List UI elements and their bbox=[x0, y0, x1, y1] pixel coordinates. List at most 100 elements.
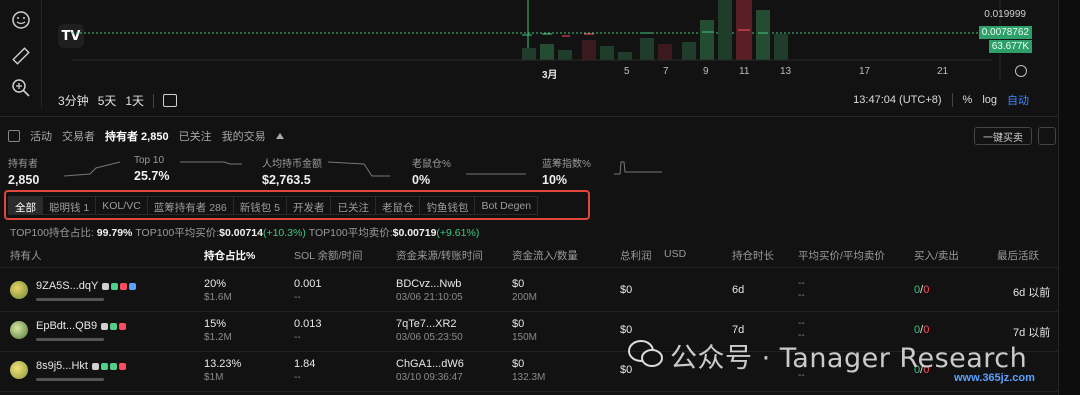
x-tick: 17 bbox=[859, 66, 871, 77]
share: 13.23% bbox=[204, 358, 242, 370]
collapse-icon[interactable] bbox=[275, 133, 284, 139]
percent-toggle[interactable]: % bbox=[963, 94, 973, 106]
top100-avg-sell-value: $0.00719 bbox=[392, 227, 437, 239]
tab-followed[interactable]: 已关注 bbox=[179, 128, 212, 144]
source-address[interactable]: ChGA1...dW6 bbox=[396, 358, 464, 370]
fish-icon bbox=[120, 282, 128, 290]
col-sol[interactable]: SOL 余额/时间 bbox=[294, 248, 362, 263]
tab-my-trades[interactable]: 我的交易 bbox=[222, 128, 266, 144]
holder-address[interactable]: 9ZA5S...dqY bbox=[36, 280, 137, 292]
more-options-icon[interactable] bbox=[1038, 127, 1056, 145]
avg-buy: -- bbox=[798, 278, 805, 289]
tab-activity[interactable]: 活动 bbox=[30, 128, 52, 144]
filter-smart-money[interactable]: 聪明钱 1 bbox=[43, 196, 97, 215]
col-avg-price[interactable]: 平均买价/平均卖价 bbox=[798, 248, 885, 263]
ruler-icon[interactable] bbox=[11, 46, 31, 66]
quantity: 150M bbox=[512, 332, 538, 343]
price-axis-top: 0.019999 bbox=[984, 9, 1026, 20]
sparkline bbox=[180, 161, 242, 165]
stat-label: 人均持币金额 bbox=[262, 159, 322, 170]
col-flow[interactable]: 资金流入/数量 bbox=[512, 248, 578, 263]
stat-label: Top 10 bbox=[134, 155, 165, 166]
holder-tags bbox=[102, 282, 137, 290]
stat-insider: 老鼠仓% 0% bbox=[412, 155, 451, 187]
col-buy-sell[interactable]: 买入/卖出 bbox=[914, 248, 959, 263]
tab-holders[interactable]: 持有者 2,850 bbox=[105, 128, 169, 144]
pnl: $0 bbox=[620, 284, 633, 296]
timeframe-5d[interactable]: 5天 bbox=[98, 92, 117, 109]
auto-toggle[interactable]: 自动 bbox=[1007, 92, 1029, 108]
quantity: 132.3M bbox=[512, 372, 546, 383]
col-source[interactable]: 资金来源/转账时间 bbox=[396, 248, 483, 263]
filter-developer[interactable]: 开发者 bbox=[286, 196, 332, 215]
fish-icon bbox=[119, 322, 127, 330]
user-icon bbox=[110, 322, 118, 330]
col-share[interactable]: 持仓占比% bbox=[204, 248, 255, 263]
filter-all[interactable]: 全部 bbox=[8, 196, 43, 215]
stat-bluechip: 蓝筹指数% 10% bbox=[542, 155, 591, 187]
right-sidebar bbox=[1058, 0, 1080, 395]
col-pnl[interactable]: 总利润 bbox=[620, 248, 652, 263]
holding-bar bbox=[36, 338, 104, 341]
buy-sell: 0/0 bbox=[914, 324, 930, 336]
sol-time: -- bbox=[294, 332, 301, 343]
timeframe-3min[interactable]: 3分钟 bbox=[58, 92, 89, 109]
source-time: 03/10 09:36:47 bbox=[396, 372, 463, 383]
user-icon bbox=[100, 362, 108, 370]
tab-traders[interactable]: 交易者 bbox=[62, 128, 95, 144]
filter-insider[interactable]: 老鼠仓 bbox=[375, 196, 421, 215]
x-tick: 21 bbox=[937, 66, 949, 77]
filter-followed[interactable]: 已关注 bbox=[331, 196, 376, 215]
buy-sell: 0/0 bbox=[914, 284, 930, 296]
col-last-active[interactable]: 最后活跃 bbox=[997, 248, 1039, 263]
emoji-icon[interactable] bbox=[11, 10, 31, 30]
stat-value: 25.7% bbox=[134, 169, 170, 183]
table-row[interactable]: 9ZA5S...dqY 20% $1.6M 0.001 -- BDCvz...N… bbox=[0, 272, 1058, 312]
share-usd: $1M bbox=[204, 372, 224, 383]
chart-settings-icon[interactable] bbox=[1015, 65, 1027, 77]
col-duration[interactable]: 持仓时长 bbox=[732, 248, 774, 263]
holder-address[interactable]: 8s9j5...Hkt bbox=[36, 360, 126, 372]
source-address[interactable]: BDCvz...Nwb bbox=[396, 278, 461, 290]
price-chart[interactable]: TV 0.019999 0.0078762 63.677K 3月 5 7 9 1… bbox=[42, 0, 1037, 112]
one-click-buy-label: 一键买卖 bbox=[983, 132, 1023, 144]
zoom-in-icon[interactable] bbox=[11, 78, 31, 98]
filter-bot-degen[interactable]: Bot Degen bbox=[475, 196, 539, 215]
clock: 13:47:04 (UTC+8) bbox=[853, 94, 942, 106]
holder-address-text: EpBdt...QB9 bbox=[36, 320, 98, 332]
edit-icon bbox=[101, 322, 109, 330]
stat-label: 老鼠仓% bbox=[412, 159, 451, 170]
panel-icon[interactable] bbox=[8, 130, 20, 142]
x-tick: 7 bbox=[663, 66, 669, 77]
source-address[interactable]: 7qTe7...XR2 bbox=[396, 318, 457, 330]
holder-address-text: 9ZA5S...dqY bbox=[36, 280, 99, 292]
holding-bar bbox=[36, 298, 104, 301]
avatar bbox=[10, 321, 28, 339]
duration: 6d bbox=[732, 284, 745, 296]
filter-bluechip[interactable]: 蓝筹持有者 286 bbox=[147, 196, 234, 215]
holder-address[interactable]: EpBdt...QB9 bbox=[36, 320, 127, 332]
timeframe-1d[interactable]: 1天 bbox=[125, 92, 144, 109]
stat-value: $2,763.5 bbox=[262, 173, 311, 187]
stat-value: 0% bbox=[412, 173, 431, 187]
filter-phishing[interactable]: 钓鱼钱包 bbox=[420, 196, 476, 215]
one-click-buy-button[interactable]: 一键买卖 bbox=[974, 127, 1032, 145]
calendar-icon[interactable] bbox=[163, 94, 178, 107]
top100-avg-buy-value: $0.00714 bbox=[219, 227, 263, 239]
col-usd[interactable]: USD bbox=[664, 248, 686, 260]
user-icon bbox=[109, 362, 117, 370]
stat-holders: 持有者 2,850 bbox=[8, 155, 39, 187]
col-holder[interactable]: 持有人 bbox=[10, 248, 42, 263]
sell-count: 0 bbox=[923, 284, 930, 296]
sol-time: -- bbox=[294, 292, 301, 303]
filter-kol-vc[interactable]: KOL/VC bbox=[96, 196, 148, 215]
log-toggle[interactable]: log bbox=[982, 94, 997, 106]
quantity: 200M bbox=[512, 292, 538, 303]
sparkline bbox=[614, 161, 662, 175]
filter-new-wallet[interactable]: 新钱包 5 bbox=[233, 196, 287, 215]
x-tick: 9 bbox=[703, 66, 709, 77]
flow: $0 bbox=[512, 358, 525, 370]
user-icon bbox=[111, 282, 119, 290]
sell-count: 0 bbox=[923, 324, 930, 336]
flow: $0 bbox=[512, 318, 525, 330]
